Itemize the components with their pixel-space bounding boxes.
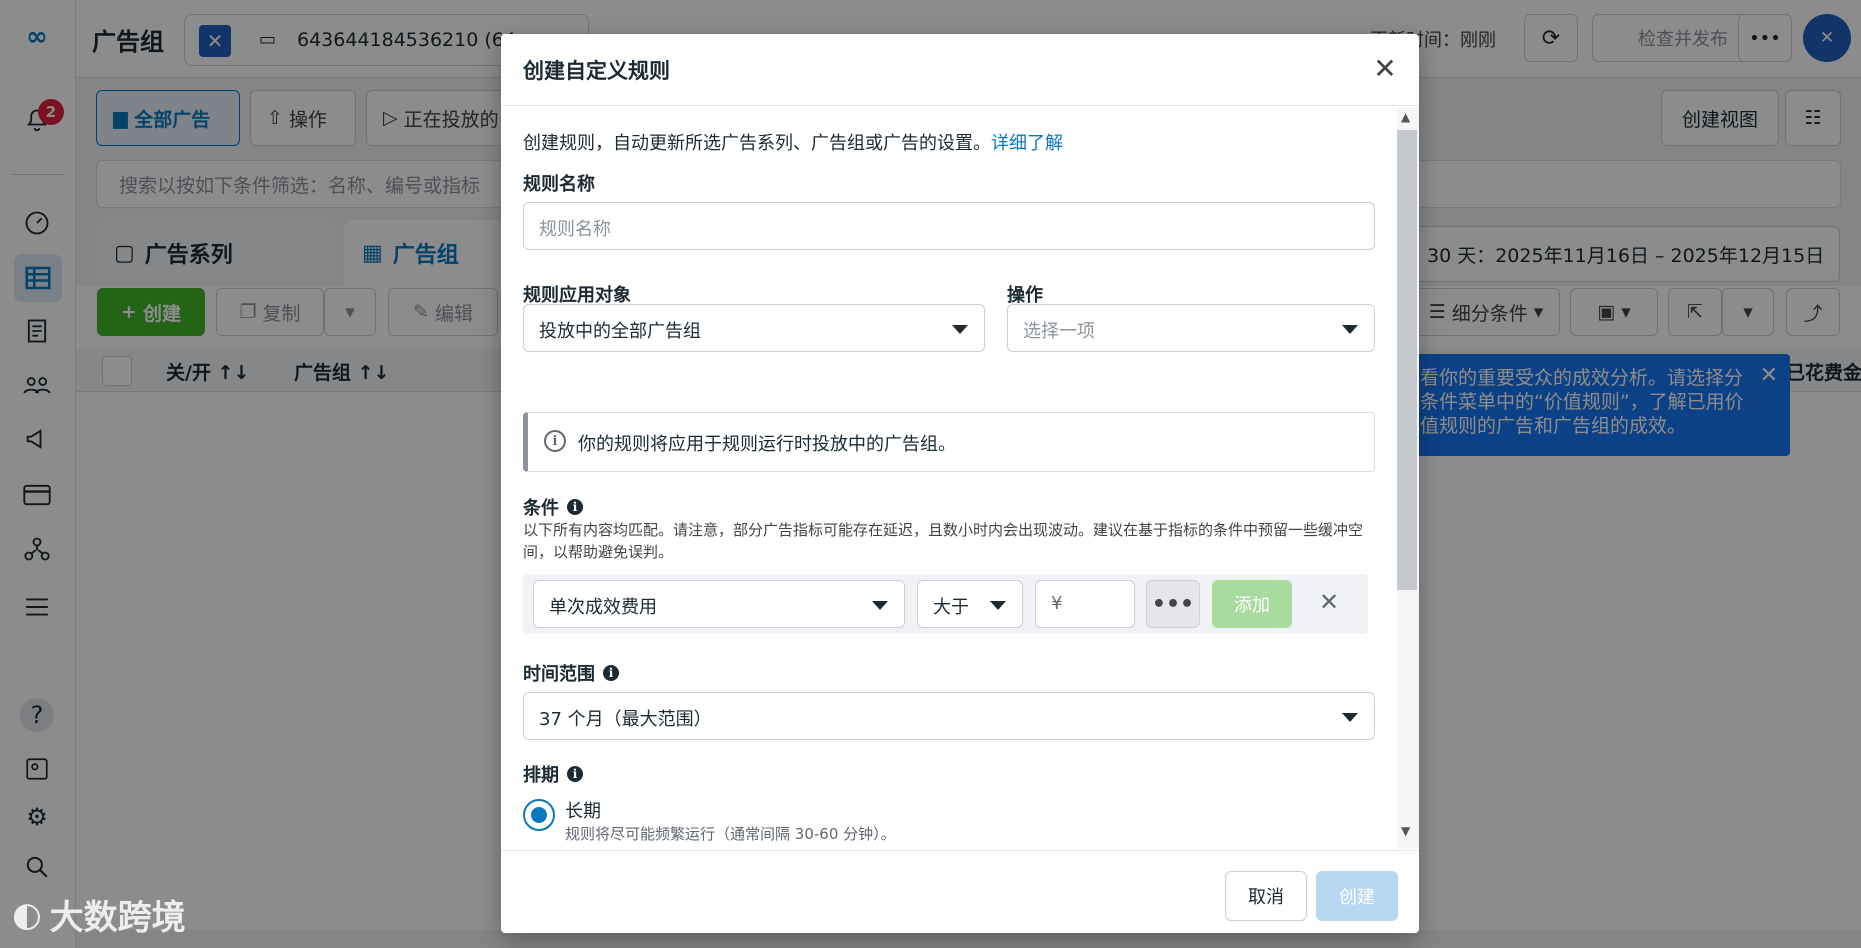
- currency-symbol: ¥: [1051, 593, 1063, 614]
- scroll-up-arrow-icon[interactable]: ▲: [1401, 110, 1410, 124]
- caret-down-icon: [872, 601, 888, 610]
- close-icon[interactable]: ✕: [1367, 50, 1403, 86]
- learn-more-link[interactable]: 详细了解: [991, 133, 1063, 154]
- conditions-description: 以下所有内容均匹配。请注意，部分广告指标可能存在延迟，且数小时内会出现波动。建议…: [523, 521, 1364, 561]
- time-range-label: 时间范围: [523, 664, 595, 685]
- applies-to-value: 投放中的全部广告组: [539, 321, 701, 342]
- create-rule-button[interactable]: 创建: [1316, 871, 1398, 921]
- caret-down-icon: [1342, 713, 1358, 722]
- dialog-footer: 取消 创建: [501, 850, 1419, 933]
- schedule-label: 排期: [523, 765, 559, 786]
- applies-to-select[interactable]: 投放中的全部广告组: [523, 304, 985, 352]
- add-condition-button[interactable]: 添加: [1212, 580, 1292, 628]
- operator-value: 大于: [933, 597, 969, 618]
- condition-value-input[interactable]: ¥: [1035, 580, 1135, 628]
- time-range-value: 37 个月（最大范围）: [539, 709, 712, 730]
- schedule-label-row: 排期 i: [523, 761, 583, 787]
- caret-down-icon: [952, 325, 968, 334]
- time-range-label-row: 时间范围 i: [523, 660, 619, 686]
- conditions-label: 条件: [523, 498, 559, 519]
- schedule-option-desc: 规则将尽可能频繁运行（通常间隔 30-60 分钟）。: [565, 825, 896, 843]
- remove-condition-close-icon[interactable]: ✕: [1319, 588, 1339, 616]
- watermark-text: 大数跨境: [49, 898, 186, 938]
- conditions-label-row: 条件 i: [523, 494, 583, 520]
- condition-operator-select[interactable]: 大于: [917, 580, 1023, 628]
- metric-value: 单次成效费用: [549, 597, 657, 618]
- info-notice: i 你的规则将应用于规则运行时投放中的广告组。: [523, 412, 1375, 472]
- dialog-title: 创建自定义规则: [523, 59, 670, 83]
- rule-name-label: 规则名称: [523, 174, 595, 195]
- condition-row: 单次成效费用 大于 ¥ ••• 添加 ✕: [523, 574, 1368, 634]
- cancel-button[interactable]: 取消: [1225, 871, 1307, 921]
- notice-text: 你的规则将应用于规则运行时投放中的广告组。: [578, 434, 956, 455]
- info-icon[interactable]: i: [603, 665, 619, 681]
- watermark-logo-icon: ◐: [12, 894, 42, 935]
- info-circle-icon: i: [544, 430, 566, 452]
- create-rule-dialog: 创建自定义规则 ✕ 创建规则，自动更新所选广告系列、广告组或广告的设置。详细了解…: [501, 34, 1419, 933]
- caret-down-icon: [1342, 325, 1358, 334]
- caret-down-icon: [990, 601, 1006, 610]
- dialog-body[interactable]: 创建规则，自动更新所选广告系列、广告组或广告的设置。详细了解 规则名称 规则名称…: [501, 107, 1401, 849]
- schedule-continuous-radio[interactable]: [523, 799, 555, 831]
- time-range-select[interactable]: 37 个月（最大范围）: [523, 692, 1375, 740]
- condition-metric-select[interactable]: 单次成效费用: [533, 580, 905, 628]
- scroll-down-arrow-icon[interactable]: ▼: [1401, 824, 1410, 838]
- action-select[interactable]: 选择一项: [1007, 304, 1375, 352]
- watermark: ◐ 大数跨境: [12, 890, 186, 939]
- action-placeholder: 选择一项: [1023, 321, 1095, 342]
- intro-description: 创建规则，自动更新所选广告系列、广告组或广告的设置。: [523, 133, 991, 154]
- intro-text: 创建规则，自动更新所选广告系列、广告组或广告的设置。详细了解: [523, 129, 1063, 155]
- info-icon[interactable]: i: [567, 766, 583, 782]
- dialog-header: 创建自定义规则 ✕: [501, 34, 1419, 106]
- more-options-button[interactable]: •••: [1146, 580, 1200, 628]
- rule-name-input[interactable]: 规则名称: [523, 202, 1375, 250]
- scrollbar-thumb[interactable]: [1397, 130, 1417, 590]
- schedule-option-label: 长期: [565, 801, 601, 822]
- info-icon[interactable]: i: [567, 499, 583, 515]
- rule-name-placeholder: 规则名称: [539, 219, 611, 240]
